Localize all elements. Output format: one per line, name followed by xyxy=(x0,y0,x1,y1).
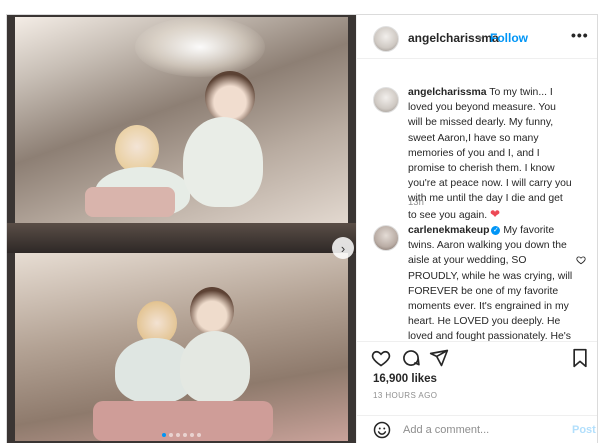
save-button[interactable] xyxy=(571,348,589,373)
child-body xyxy=(183,117,263,207)
add-comment-input[interactable]: Add a comment... xyxy=(403,424,489,436)
heart-icon xyxy=(371,350,391,367)
caption-text: angelcharissma To my twin... I loved you… xyxy=(408,85,573,223)
film-divider xyxy=(7,223,356,253)
carousel-dot xyxy=(183,433,187,437)
post-header: angelcharissma • Follow ••• xyxy=(357,15,597,59)
carousel-dot xyxy=(162,433,166,437)
emoji-button[interactable] xyxy=(373,421,391,443)
share-icon xyxy=(429,349,449,367)
comment-text: carlenekmakeup ✓ My favorite twins. Aaron… xyxy=(408,223,573,341)
carousel-dot xyxy=(197,433,201,437)
header-username[interactable]: angelcharissma xyxy=(408,31,499,45)
caption-body: To my twin... I loved you beyond measure… xyxy=(408,87,572,221)
avatar[interactable] xyxy=(373,225,399,251)
child-head xyxy=(190,287,234,335)
post-modal: › angelcharissma • Follow ••• angelchari… xyxy=(6,14,598,443)
comment-like-button[interactable] xyxy=(576,255,586,268)
carousel-dot xyxy=(176,433,180,437)
verified-icon: ✓ xyxy=(491,226,501,235)
emoji-icon xyxy=(373,421,391,439)
red-heart-emoji: ❤ xyxy=(490,206,501,221)
comment-username[interactable]: carlenekmakeup xyxy=(408,225,489,236)
photo-top xyxy=(15,17,348,223)
post-timestamp: 13 HOURS AGO xyxy=(373,391,438,400)
caption-username[interactable]: angelcharissma xyxy=(408,87,487,98)
child-head xyxy=(205,71,255,123)
light-flare xyxy=(135,17,265,77)
like-button[interactable] xyxy=(371,348,391,373)
save-icon xyxy=(573,348,587,368)
heart-icon xyxy=(576,256,586,265)
header-separator: • xyxy=(478,31,483,45)
child-body xyxy=(180,331,250,403)
avatar[interactable] xyxy=(373,26,399,52)
comment-body: My favorite twins. Aaron walking you dow… xyxy=(408,225,573,341)
avatar[interactable] xyxy=(373,87,399,113)
follow-button[interactable]: Follow xyxy=(490,31,528,45)
caption-age: 13h xyxy=(408,197,424,208)
photo-bottom xyxy=(15,253,348,441)
carousel-dots xyxy=(7,433,356,437)
carousel-next-button[interactable]: › xyxy=(332,237,354,259)
comment-icon xyxy=(403,350,420,366)
likes-count[interactable]: 16,900 likes xyxy=(373,373,437,385)
chevron-right-icon: › xyxy=(340,240,346,256)
share-button[interactable] xyxy=(429,348,449,373)
pink-rug xyxy=(85,187,175,217)
carousel-dot xyxy=(169,433,173,437)
add-comment-bar: Add a comment... Post xyxy=(357,415,597,443)
carousel-dot xyxy=(190,433,194,437)
post-button[interactable]: Post xyxy=(572,424,596,436)
more-options-button[interactable]: ••• xyxy=(571,27,589,43)
comment-button[interactable] xyxy=(401,348,421,373)
child-head xyxy=(115,125,159,173)
post-media[interactable]: › xyxy=(7,15,356,443)
post-sidebar: angelcharissma • Follow ••• angelchariss… xyxy=(356,15,597,443)
comments-list[interactable]: angelcharissma To my twin... I loved you… xyxy=(357,59,597,341)
